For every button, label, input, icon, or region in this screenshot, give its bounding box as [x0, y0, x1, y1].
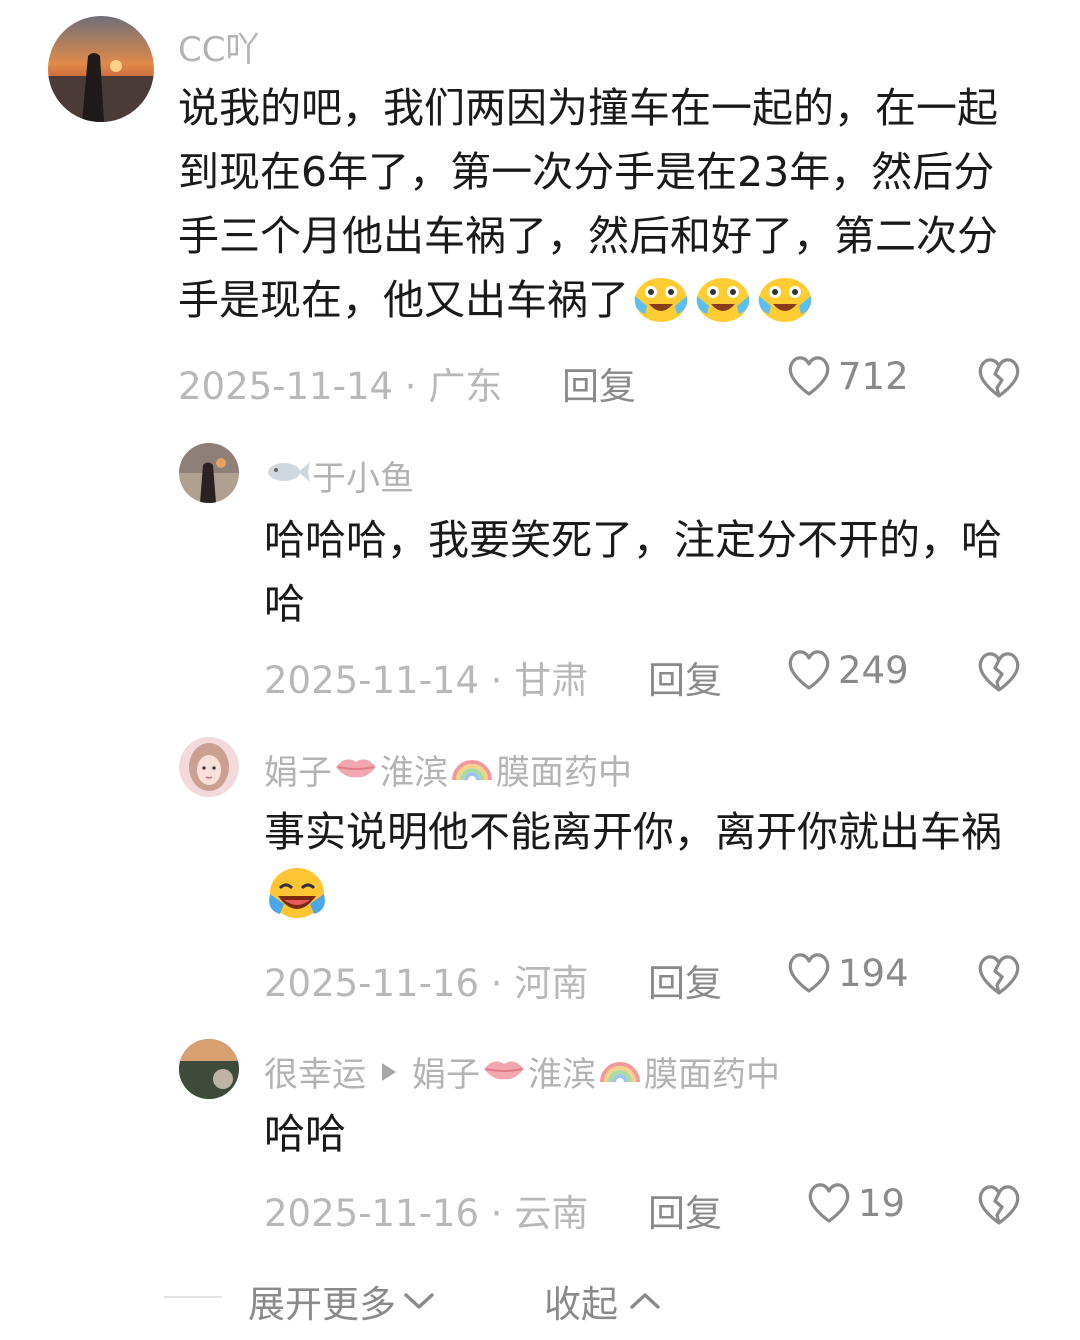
reply-button[interactable]: 回复: [648, 1183, 722, 1237]
meta-separator: ·: [479, 962, 515, 1005]
username-part: 娟子: [264, 753, 332, 793]
comment-location: 河南: [514, 962, 589, 1005]
comment-location: 广东: [428, 365, 503, 408]
expand-label: 展开更多: [248, 1283, 396, 1326]
comment-meta: 2025-11-16 · 河南: [264, 953, 588, 1007]
comment-text: 事实说明他不能离开你，离开你就出车祸: [264, 800, 1024, 938]
comment-meta: 2025-11-16 · 云南: [264, 1183, 588, 1237]
chevron-up-icon: [630, 1293, 660, 1309]
like-button[interactable]: 194: [786, 951, 909, 995]
comment-date: 2025-11-16: [264, 1192, 480, 1235]
comment-body: 事实说明他不能离开你，离开你就出车祸: [264, 808, 1002, 856]
lips-icon: [334, 750, 378, 790]
expand-more-button[interactable]: 展开更多: [248, 1274, 436, 1328]
rainbow-icon: [598, 1050, 642, 1093]
reply-button[interactable]: 回复: [648, 650, 722, 704]
heart-icon: [808, 1183, 850, 1223]
username[interactable]: 很幸运 娟子 淮滨 膜面药中: [264, 1047, 780, 1096]
like-button[interactable]: 712: [786, 354, 909, 398]
reply-arrow-icon: [380, 1052, 398, 1092]
username-part: 膜面药中: [496, 753, 632, 793]
avatar[interactable]: [179, 443, 239, 503]
comment-text: 哈哈: [264, 1110, 346, 1158]
username[interactable]: 娟子 淮滨 膜面药中: [264, 745, 632, 794]
username-text: 于小鱼: [312, 459, 414, 499]
collapse-label: 收起: [544, 1283, 618, 1326]
username[interactable]: 于小鱼: [264, 451, 414, 500]
avatar[interactable]: [179, 737, 239, 797]
like-count: 249: [838, 648, 909, 692]
crying-laughing-emoji: [631, 274, 691, 342]
like-count: 712: [838, 354, 909, 398]
comment-text: 说我的吧，我们两因为撞车在一起的，在一起到现在6年了，第一次分手是在23年，然后…: [178, 76, 1028, 342]
meta-separator: ·: [479, 1192, 515, 1235]
collapse-button[interactable]: 收起: [544, 1274, 662, 1328]
comment-meta: 2025-11-14 · 广东: [178, 356, 502, 410]
heart-icon: [788, 953, 830, 993]
like-button[interactable]: 19: [806, 1181, 905, 1225]
meta-separator: ·: [479, 659, 515, 702]
crying-laughing-emoji: [693, 274, 753, 342]
reply-to-part: 淮滨: [528, 1055, 596, 1095]
comment-location: 云南: [514, 1192, 589, 1235]
heart-icon: [788, 356, 830, 396]
heart-icon: [788, 650, 830, 690]
broken-heart-icon[interactable]: [976, 650, 1022, 698]
username-part: 淮滨: [380, 753, 448, 793]
broken-heart-icon[interactable]: [976, 356, 1022, 404]
username[interactable]: CC吖: [178, 22, 259, 71]
avatar[interactable]: [179, 1039, 239, 1099]
avatar[interactable]: [48, 16, 154, 122]
fish-icon: [266, 456, 310, 496]
reply-to-part: 膜面药中: [644, 1055, 780, 1095]
comment-date: 2025-11-16: [264, 962, 480, 1005]
reply-button[interactable]: 回复: [648, 953, 722, 1007]
reply-button[interactable]: 回复: [562, 356, 636, 410]
comment-meta: 2025-11-14 · 甘肃: [264, 650, 588, 704]
like-count: 19: [858, 1181, 906, 1225]
username-text: 很幸运: [264, 1055, 366, 1095]
comment-date: 2025-11-14: [264, 659, 480, 702]
chevron-down-icon: [404, 1293, 434, 1309]
broken-heart-icon[interactable]: [976, 1183, 1022, 1231]
comment-body: 说我的吧，我们两因为撞车在一起的，在一起到现在6年了，第一次分手是在23年，然后…: [178, 84, 998, 324]
lips-icon: [482, 1052, 526, 1092]
comment-date: 2025-11-14: [178, 365, 394, 408]
broken-heart-icon[interactable]: [976, 953, 1022, 1001]
like-button[interactable]: 249: [786, 648, 909, 692]
comment-text: 哈哈哈，我要笑死了，注定分不开的，哈哈: [264, 516, 1002, 628]
laughing-crying-emoji: [266, 864, 328, 938]
meta-separator: ·: [393, 365, 429, 408]
rainbow-icon: [450, 748, 494, 791]
like-count: 194: [838, 951, 909, 995]
crying-laughing-emoji: [755, 274, 815, 342]
divider: [164, 1296, 222, 1298]
comment-location: 甘肃: [514, 659, 589, 702]
reply-to-part: 娟子: [412, 1055, 480, 1095]
